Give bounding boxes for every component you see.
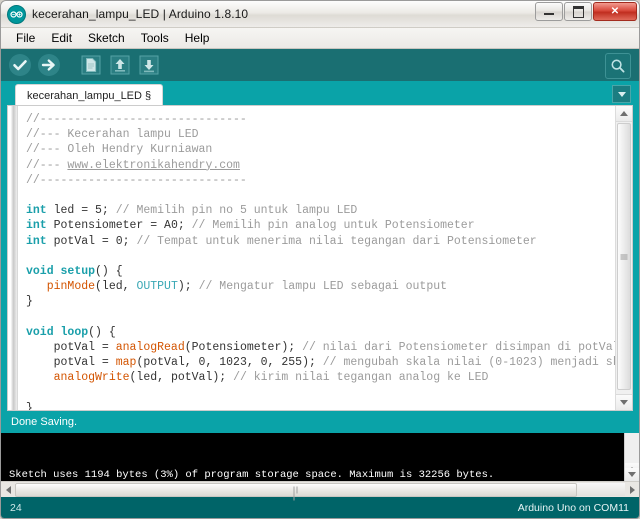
scroll-left-icon[interactable] (1, 483, 15, 496)
code-line: //--- www.elektronikahendry.com (26, 158, 240, 172)
scroll-right-icon[interactable] (625, 483, 639, 496)
code-line: int led = 5; // Memilih pin no 5 untuk l… (26, 204, 358, 218)
board-port-label: Arduino Uno on COM11 (517, 501, 629, 514)
menu-item-file[interactable]: File (9, 30, 42, 47)
editor-vertical-scrollbar[interactable] (615, 106, 632, 410)
title-bar: kecerahan_lampu_LED | Arduino 1.8.10 ✕ (1, 1, 639, 28)
code-text[interactable]: //------------------------------ //--- Ke… (18, 106, 615, 410)
code-line: int Potensiometer = A0; // Memilih pin a… (26, 219, 475, 233)
code-line: } (26, 401, 33, 410)
toolbar (1, 49, 639, 81)
code-line: potVal = analogRead(Potensiometer); // n… (26, 341, 615, 354)
editor-container: //------------------------------ //--- Ke… (1, 105, 639, 411)
serial-monitor-button[interactable] (605, 53, 631, 79)
status-message: Done Saving. (1, 411, 639, 433)
menu-item-sketch[interactable]: Sketch (81, 30, 132, 47)
code-line: //------------------------------ (26, 173, 247, 187)
arduino-ide-window: kecerahan_lampu_LED | Arduino 1.8.10 ✕ F… (0, 0, 640, 519)
minimize-button[interactable] (535, 2, 563, 21)
window-controls: ✕ (535, 2, 637, 21)
scrollbar-thumb[interactable] (617, 123, 631, 390)
upload-button[interactable] (36, 52, 62, 78)
console-horizontal-scrollbar[interactable] (1, 481, 639, 501)
code-line: //--- Kecerahan lampu LED (26, 128, 199, 142)
menu-item-edit[interactable]: Edit (44, 30, 79, 47)
editor-gutter (8, 106, 18, 410)
console-line: Sketch uses 1194 bytes (3%) of program s… (9, 469, 495, 481)
maximize-button[interactable] (564, 2, 592, 21)
chevron-down-icon[interactable] (612, 85, 631, 103)
code-line: potVal = map(potVal, 0, 1023, 0, 255); /… (26, 356, 615, 370)
menu-item-tools[interactable]: Tools (134, 30, 176, 47)
code-line: //--- Oleh Hendry Kurniawan (26, 143, 213, 157)
console-output[interactable]: Sketch uses 1194 bytes (3%) of program s… (1, 433, 639, 481)
code-line: pinMode(led, OUTPUT); // Mengatur lampu … (46, 280, 448, 294)
code-line: void setup() { (26, 265, 123, 278)
scroll-up-icon[interactable] (616, 106, 632, 122)
window-title: kecerahan_lampu_LED | Arduino 1.8.10 (32, 7, 249, 21)
code-line: void loop() { (26, 325, 116, 339)
tab-strip: kecerahan_lampu_LED § (1, 81, 639, 107)
line-number: 24 (10, 501, 22, 514)
code-line: int potVal = 0; // Tempat untuk menerima… (26, 234, 537, 248)
save-button[interactable] (136, 52, 162, 78)
hscroll-thumb[interactable] (15, 483, 577, 501)
code-line: analogWrite(led, potVal); // kirim nilai… (53, 371, 489, 385)
console-scroll-down-icon[interactable] (625, 468, 639, 481)
scroll-down-icon[interactable] (616, 394, 632, 410)
code-line: } (26, 295, 33, 309)
verify-button[interactable] (7, 52, 33, 78)
tab-kecerahan-lampu-led[interactable]: kecerahan_lampu_LED § (15, 84, 164, 107)
console-vertical-scrollbar[interactable] (624, 433, 639, 481)
menu-item-help[interactable]: Help (178, 30, 217, 47)
code-line: //------------------------------ (26, 113, 247, 126)
new-button[interactable] (78, 52, 104, 78)
menu-bar: File Edit Sketch Tools Help (1, 28, 639, 49)
open-button[interactable] (107, 52, 133, 78)
arduino-infinity-icon (7, 4, 26, 24)
close-button[interactable]: ✕ (593, 2, 637, 21)
status-bar: 24 Arduino Uno on COM11 (1, 497, 639, 518)
code-editor[interactable]: //------------------------------ //--- Ke… (7, 105, 633, 411)
